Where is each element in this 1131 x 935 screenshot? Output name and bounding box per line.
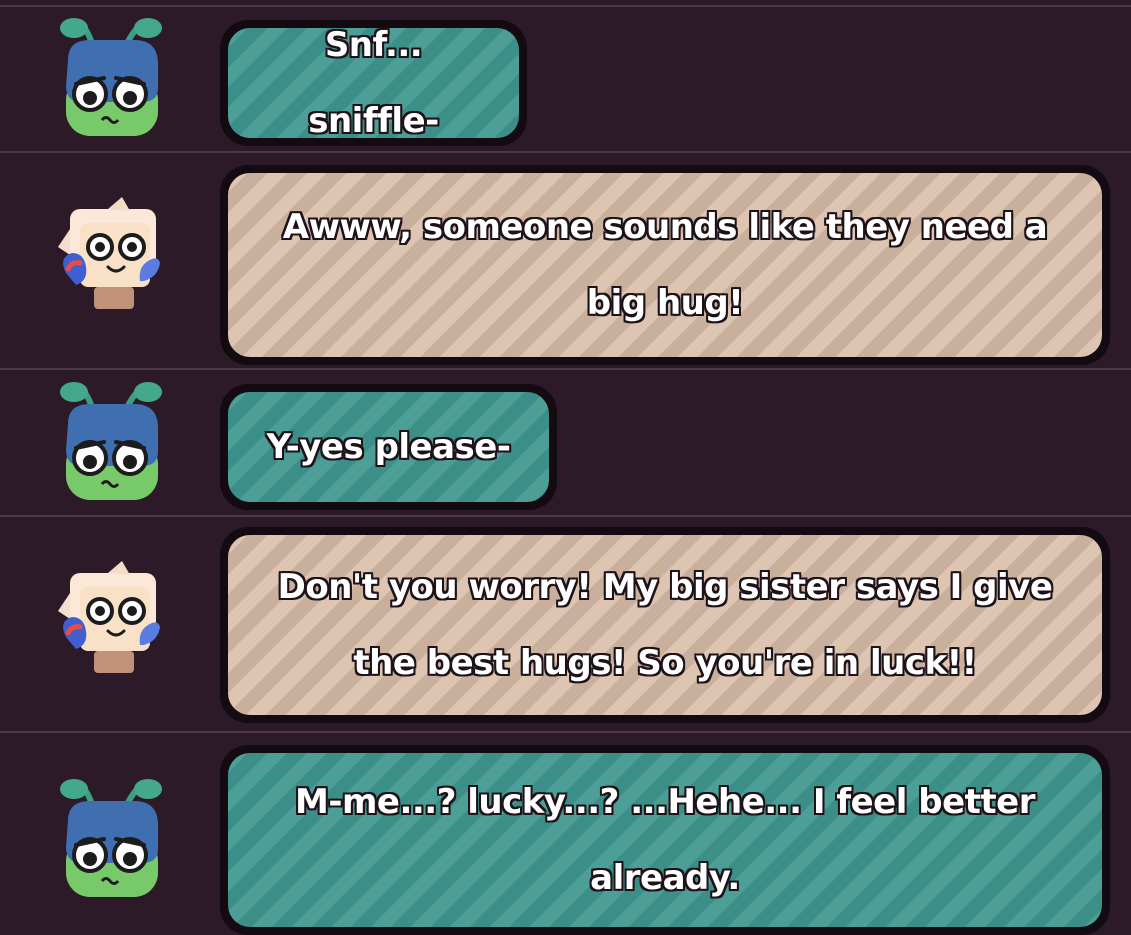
speech-bubble: M-me...? lucky...? ...Hehe... I feel bet… <box>228 753 1102 927</box>
speech-bubble: Y-yes please- <box>228 392 549 502</box>
message-text: Snf... sniffle- <box>308 25 439 141</box>
speech-bubble: Don't you worry! My big sister says I gi… <box>228 535 1102 715</box>
divider <box>0 151 1131 153</box>
divider <box>0 368 1131 370</box>
cream-hair-character-icon <box>50 189 174 313</box>
speech-bubble-frame: M-me...? lucky...? ...Hehe... I feel bet… <box>220 745 1110 935</box>
speech-bubble: Snf... sniffle- <box>228 25 519 141</box>
green-bug-character-icon <box>50 378 174 502</box>
divider <box>0 515 1131 517</box>
message-text: Don't you worry! My big sister says I gi… <box>277 567 1053 683</box>
message-text: M-me...? lucky...? ...Hehe... I feel bet… <box>295 782 1035 898</box>
speech-bubble-frame: Y-yes please- <box>220 384 557 510</box>
message-text: Awww, someone sounds like they need a bi… <box>282 207 1048 323</box>
speech-bubble: Awww, someone sounds like they need a bi… <box>228 173 1102 357</box>
green-bug-character-icon <box>50 14 174 138</box>
divider <box>0 5 1131 7</box>
speech-bubble-frame: Don't you worry! My big sister says I gi… <box>220 527 1110 723</box>
green-bug-character-icon <box>50 775 174 899</box>
cream-hair-character-icon <box>50 553 174 677</box>
speech-bubble-frame: Snf... sniffle- <box>220 20 527 146</box>
chat-log: Snf... sniffle- Awww, someone sounds lik… <box>0 0 1131 935</box>
speech-bubble-frame: Awww, someone sounds like they need a bi… <box>220 165 1110 365</box>
message-text: Y-yes please- <box>266 427 511 467</box>
divider <box>0 731 1131 733</box>
